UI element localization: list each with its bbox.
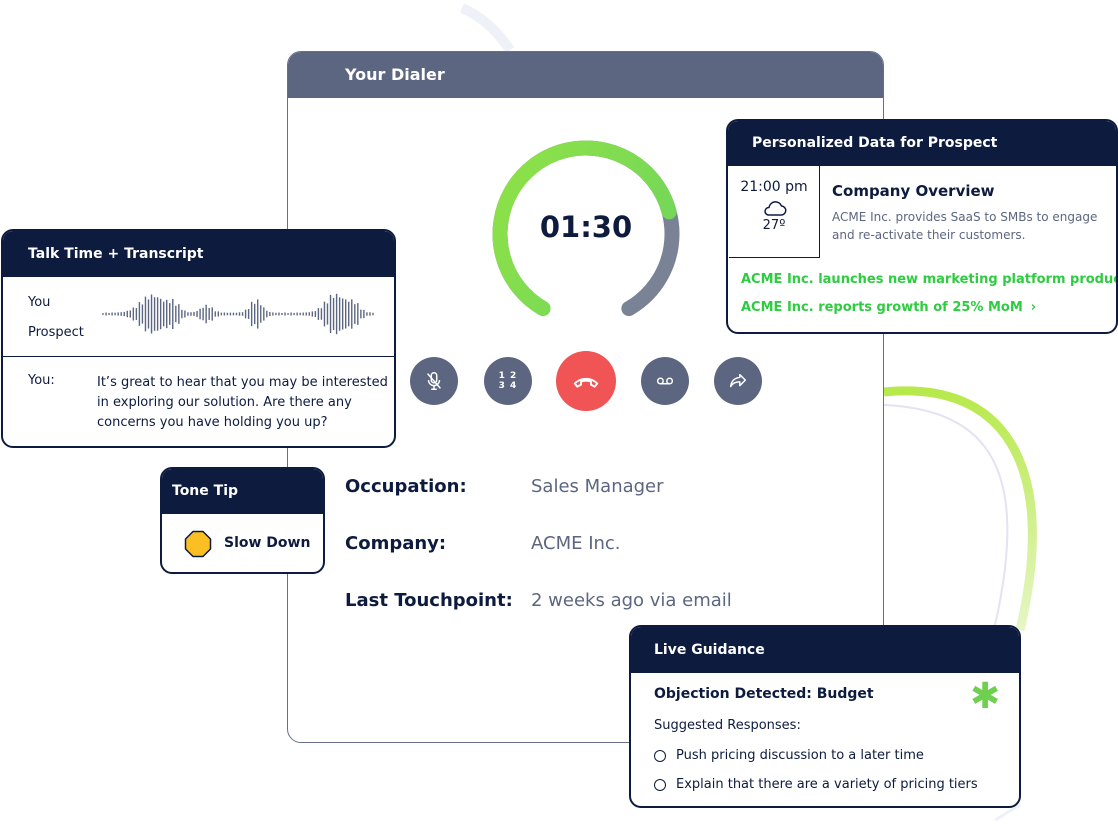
radio-button[interactable] xyxy=(654,778,666,791)
live-guidance-card: Live Guidance Objection Detected: Budget… xyxy=(629,625,1021,808)
info-value: ACME Inc. xyxy=(531,533,621,554)
response-option-text: Push pricing discussion to a later time xyxy=(676,748,924,763)
talk-time-title: Talk Time + Transcript xyxy=(3,231,394,277)
weather-box: 21:00 pm 27º xyxy=(729,166,820,258)
microphone-off-icon xyxy=(427,372,441,390)
news-link-text: ACME Inc. launches new marketing platfor… xyxy=(741,272,1118,287)
talk-time-card: Talk Time + Transcript You Prospect You:… xyxy=(1,229,396,448)
transcript-text: It’s great to hear that you may be inter… xyxy=(97,375,388,430)
info-label: Occupation: xyxy=(345,476,467,497)
chevron-right-icon: › xyxy=(1030,300,1037,315)
hang-up-icon xyxy=(573,377,599,388)
tone-indicator-icon xyxy=(184,530,212,558)
company-overview-title: Company Overview xyxy=(832,182,995,200)
call-timer: 01:30 xyxy=(486,134,686,334)
voicemail-button[interactable] xyxy=(641,357,689,405)
timer-display: 01:30 xyxy=(539,210,633,244)
tone-tip-card: Tone Tip Slow Down xyxy=(160,467,325,574)
live-guidance-title: Live Guidance xyxy=(631,627,1019,673)
company-overview-text: ACME Inc. provides SaaS to SMBs to engag… xyxy=(832,210,1098,242)
response-option[interactable]: Push pricing discussion to a later time xyxy=(654,748,924,763)
radio-button[interactable] xyxy=(654,749,666,762)
row-label-you: You xyxy=(28,295,51,310)
response-option-text: Explain that there are a variety of pric… xyxy=(676,777,978,792)
tone-tip-label: Slow Down xyxy=(224,535,311,551)
mute-button[interactable] xyxy=(410,357,458,405)
waveform-graphic xyxy=(102,293,374,335)
info-label: Company: xyxy=(345,533,447,554)
info-value: 2 weeks ago via email xyxy=(531,590,732,611)
news-link-text: ACME Inc. reports growth of 25% MoM xyxy=(741,300,1023,315)
forward-arrow-icon xyxy=(729,373,747,388)
row-label-prospect: Prospect xyxy=(28,325,84,340)
objection-heading: Objection Detected: Budget xyxy=(654,686,874,702)
keypad-icon: 1 23 4 xyxy=(498,371,518,391)
cloud-icon xyxy=(764,201,787,216)
divider xyxy=(3,356,394,357)
voicemail-icon xyxy=(656,377,674,385)
temperature: 27º xyxy=(762,218,786,233)
asterisk-icon: ✱ xyxy=(970,676,1001,717)
news-link[interactable]: ACME Inc. reports growth of 25% MoM › xyxy=(741,300,1036,315)
info-value: Sales Manager xyxy=(531,476,664,497)
personalized-data-card: Personalized Data for Prospect 21:00 pm … xyxy=(726,119,1118,334)
info-label: Last Touchpoint: xyxy=(345,590,513,611)
local-time: 21:00 pm xyxy=(740,179,808,195)
response-option[interactable]: Explain that there are a variety of pric… xyxy=(654,777,978,792)
suggested-responses-label: Suggested Responses: xyxy=(654,718,801,733)
dialer-title: Your Dialer xyxy=(288,52,883,98)
keypad-button[interactable]: 1 23 4 xyxy=(484,357,532,405)
personalized-data-title: Personalized Data for Prospect xyxy=(728,121,1116,166)
transcript-speaker: You: xyxy=(28,373,55,388)
news-link[interactable]: ACME Inc. launches new marketing platfor… xyxy=(741,272,1118,287)
forward-button[interactable] xyxy=(714,357,762,405)
end-call-button[interactable] xyxy=(556,351,616,411)
tone-tip-title: Tone Tip xyxy=(162,469,323,514)
